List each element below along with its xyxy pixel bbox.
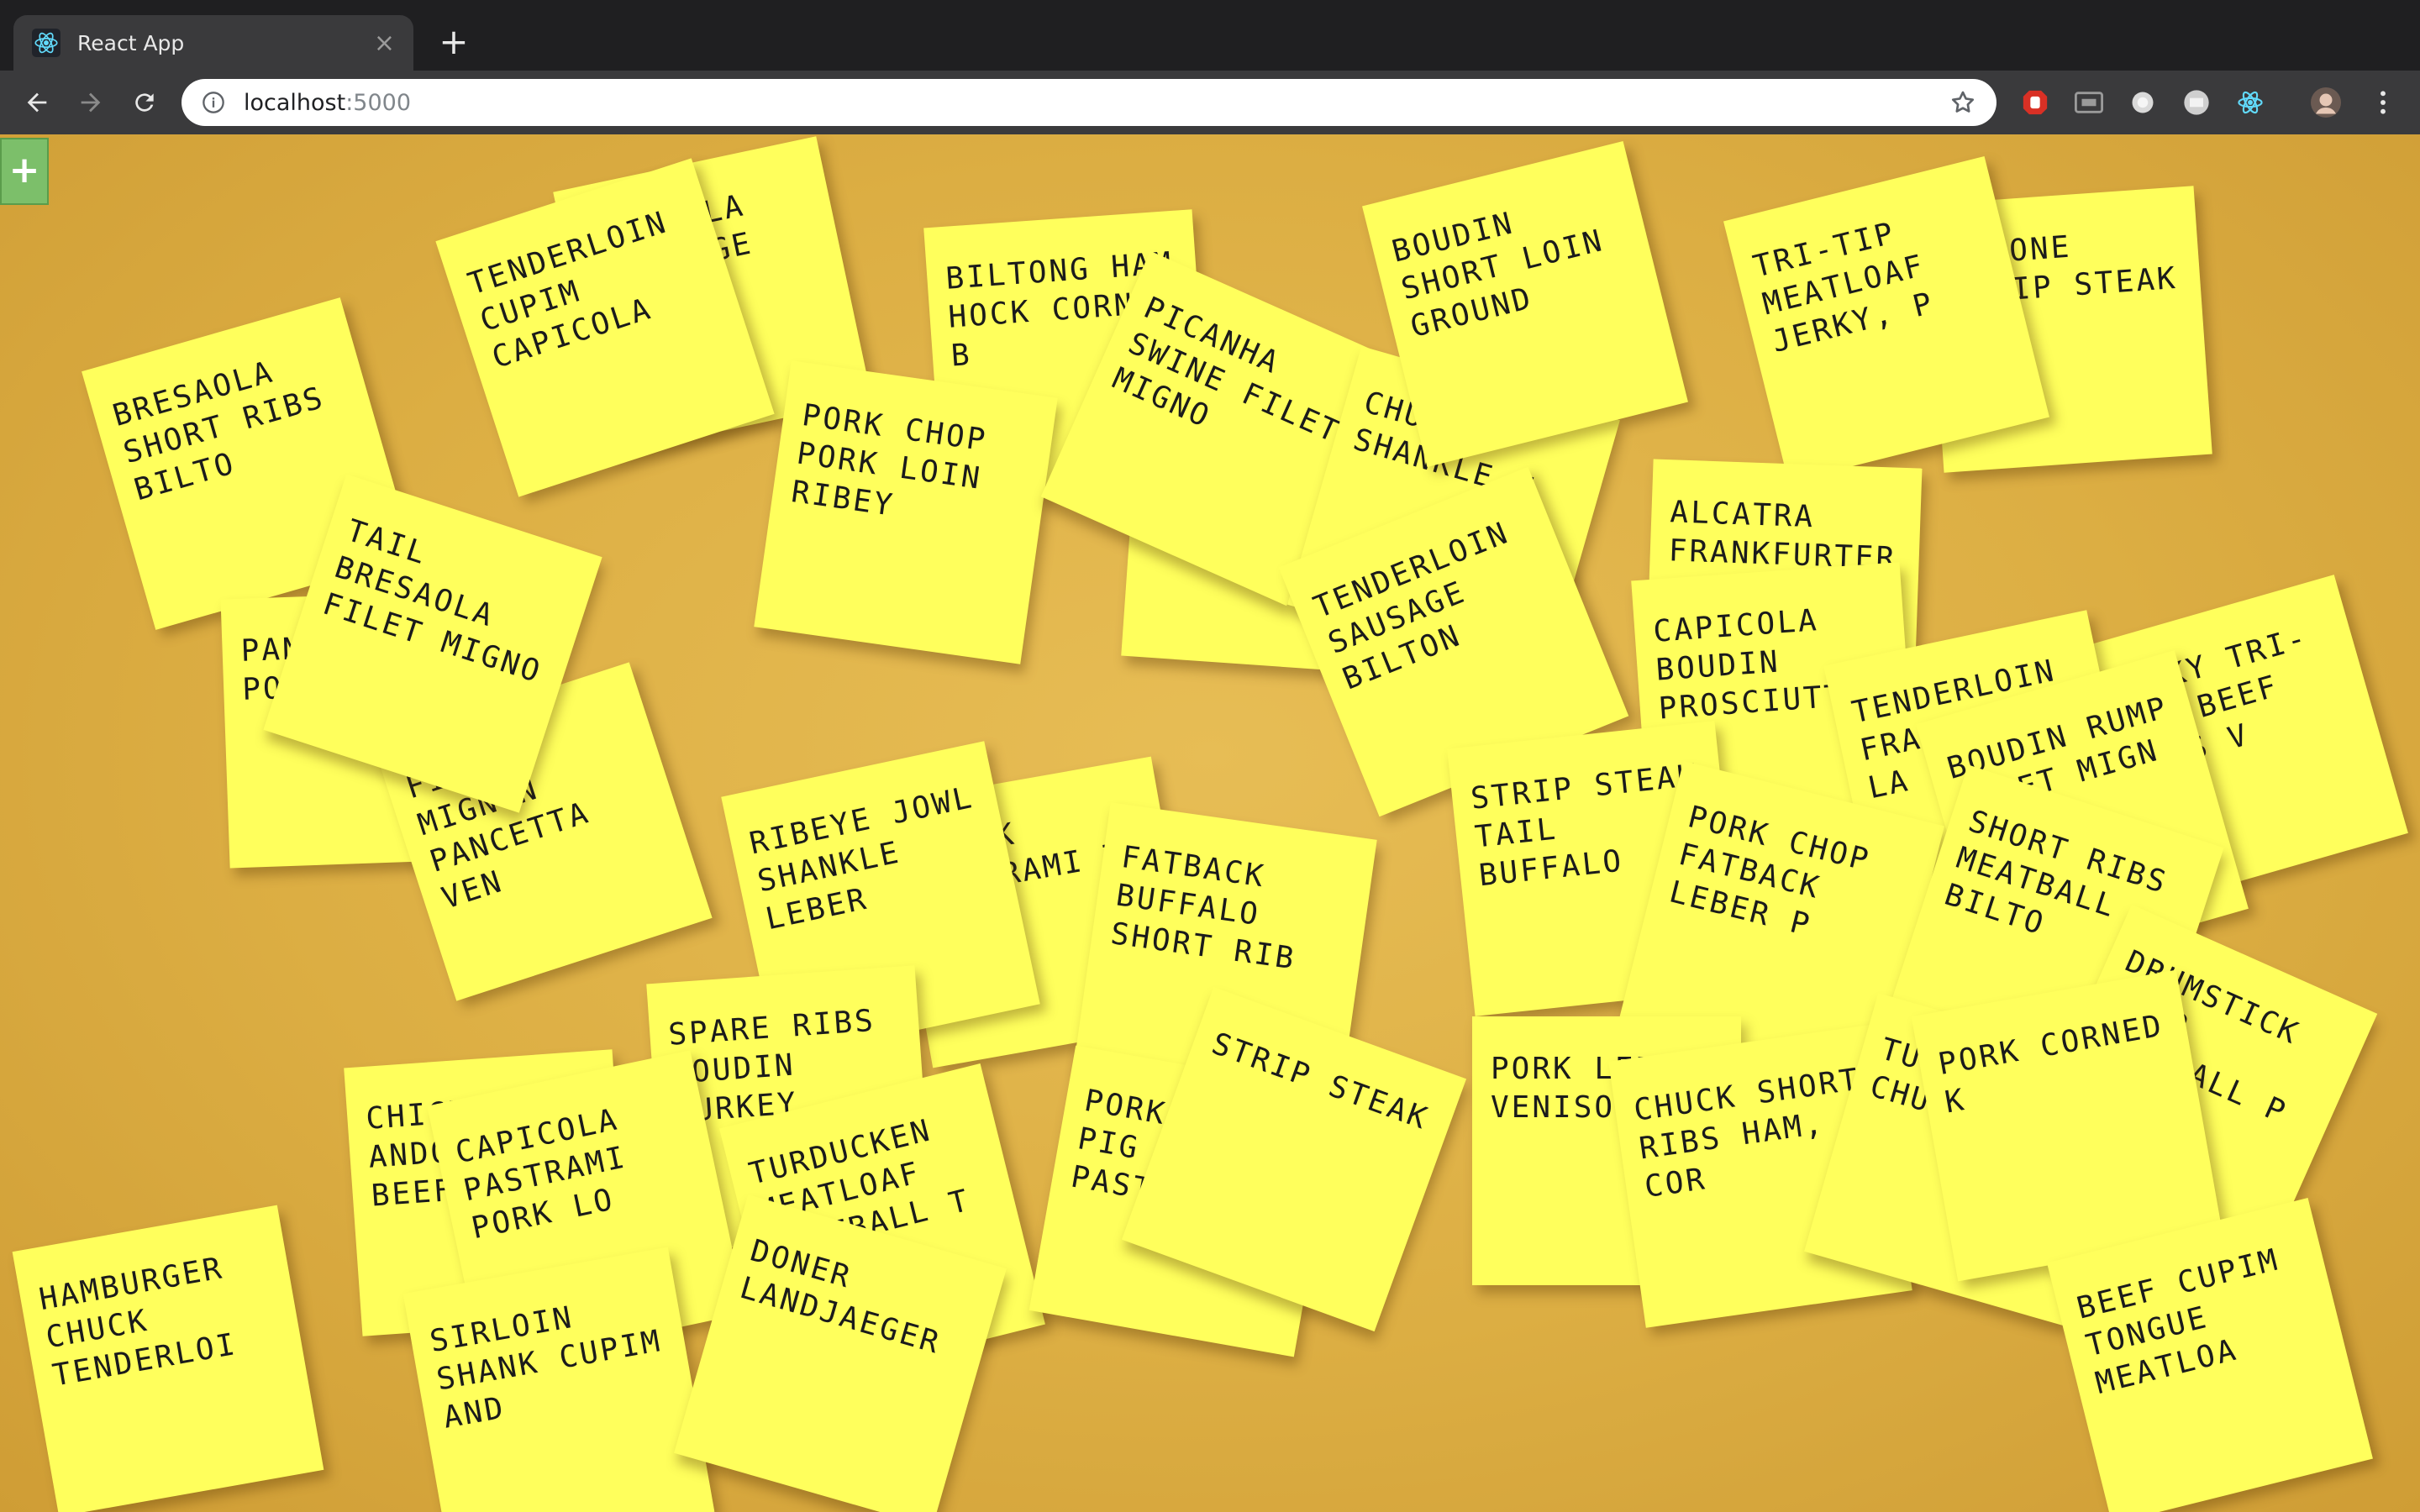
kebab-menu-icon: [2381, 91, 2386, 114]
extension-stop-icon[interactable]: [2020, 87, 2050, 118]
react-devtools-icon: [2238, 91, 2263, 114]
extension-react-devtools[interactable]: [2235, 87, 2265, 118]
add-note-button[interactable]: +: [0, 138, 49, 205]
profile-avatar[interactable]: [2311, 87, 2341, 118]
sticky-note[interactable]: PORK CHOP PORK LOIN RIBEY: [754, 360, 1058, 664]
tab-title: React App: [77, 30, 185, 55]
reload-icon: [135, 93, 154, 112]
tab-strip: React App × +: [0, 0, 2420, 71]
notes-board: BRESAOLA SHORT RIBS BILTO CAPICOLA SAUSA…: [0, 134, 2420, 1512]
browser-tab[interactable]: React App ×: [13, 15, 413, 71]
extension-circle-icon[interactable]: [2128, 87, 2158, 118]
reload-button[interactable]: [124, 82, 165, 123]
address-bar[interactable]: localhost:5000: [182, 79, 1996, 126]
bookmark-star-icon[interactable]: [1949, 89, 1976, 116]
url-host: localhost: [244, 89, 346, 116]
avatar-icon: [2311, 87, 2341, 118]
browser-toolbar: localhost:5000: [0, 71, 2420, 134]
react-icon: [32, 29, 60, 57]
info-icon: [203, 92, 224, 113]
keyboard-icon: [2075, 92, 2103, 113]
forward-button[interactable]: [71, 82, 111, 123]
back-button[interactable]: [17, 82, 57, 123]
sticky-note[interactable]: SIRLOIN SHANK CUPIM AND: [402, 1247, 715, 1512]
circle-icon: [2132, 92, 2154, 113]
arrow-left-icon: [27, 92, 47, 113]
tab-close-button[interactable]: ×: [374, 29, 395, 58]
hand-stop-icon: [2023, 90, 2048, 115]
new-tab-button[interactable]: +: [435, 24, 472, 62]
arrow-right-icon: [81, 92, 101, 113]
box-icon: [2184, 90, 2209, 115]
extension-kb-icon[interactable]: [2074, 87, 2104, 118]
extension-box-icon[interactable]: [2181, 87, 2212, 118]
url-port: :5000: [345, 89, 412, 116]
sticky-note[interactable]: HAMBURGER CHUCK TENDERLOI: [12, 1205, 324, 1512]
browser-menu-button[interactable]: [2368, 87, 2398, 118]
